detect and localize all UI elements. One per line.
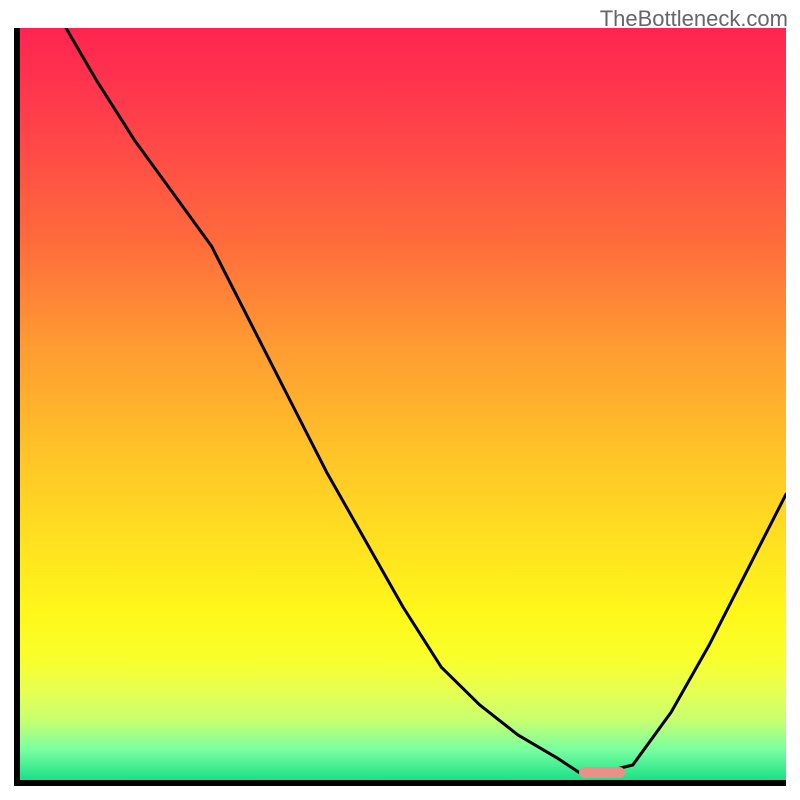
- curve-svg: [20, 28, 786, 780]
- min-point-marker: [579, 767, 625, 778]
- bottleneck-curve-path: [66, 28, 786, 773]
- chart-frame: TheBottleneck.com: [0, 0, 800, 800]
- plot-area: [14, 28, 786, 786]
